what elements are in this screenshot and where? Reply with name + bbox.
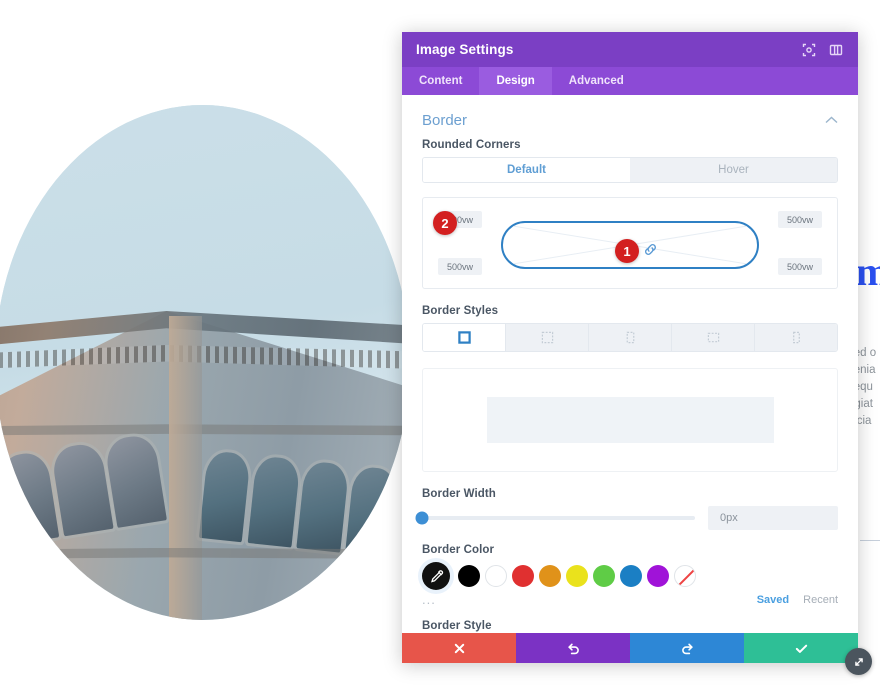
expand-icon[interactable] [801, 42, 817, 58]
border-preview-area [422, 368, 838, 472]
swatch-purple[interactable] [647, 565, 669, 587]
swatch-red[interactable] [512, 565, 534, 587]
corner-radius-editor: 500vw 500vw 500vw 500vw 1 2 [422, 197, 838, 289]
border-style-field: Border Style Solid ▲▼ [402, 620, 858, 633]
link-corners-icon[interactable] [643, 242, 658, 262]
swatch-white[interactable] [485, 565, 507, 587]
rounded-corners-field: Rounded Corners Default Hover 500vw 500v… [402, 139, 858, 289]
border-style-bottom-side[interactable] [672, 324, 755, 351]
border-section-header[interactable]: Border [402, 95, 858, 139]
border-style-top-side[interactable] [506, 324, 589, 351]
tab-content[interactable]: Content [402, 67, 479, 95]
tab-design[interactable]: Design [479, 67, 552, 95]
border-style-label: Border Style [422, 620, 492, 632]
border-width-input[interactable]: 0px [708, 506, 838, 530]
background-divider [860, 540, 880, 541]
corner-input-bottom-left[interactable]: 500vw [438, 258, 482, 275]
swatch-orange[interactable] [539, 565, 561, 587]
border-color-label: Border Color [422, 544, 495, 556]
resize-handle[interactable] [845, 648, 872, 675]
color-tab-recent[interactable]: Recent [803, 594, 838, 606]
layout-icon[interactable] [828, 42, 844, 58]
swatch-none[interactable] [674, 565, 696, 587]
swatch-green[interactable] [593, 565, 615, 587]
more-colors-button[interactable]: ... [422, 593, 436, 606]
modal-title: Image Settings [416, 42, 514, 57]
annotation-badge-2: 2 [433, 211, 457, 235]
border-style-all-sides[interactable] [423, 324, 506, 351]
rounded-corners-label: Rounded Corners [422, 139, 521, 151]
cancel-button[interactable] [402, 633, 516, 663]
border-width-field: Border Width 0px [402, 488, 858, 530]
modal-body: Border Rounded Corners Default Hover 500… [402, 95, 858, 633]
modal-tabs: Content Design Advanced [402, 67, 858, 95]
modal-footer [402, 633, 858, 663]
tab-advanced[interactable]: Advanced [552, 67, 641, 95]
border-width-slider[interactable] [415, 511, 695, 525]
background-heading: m [856, 249, 880, 294]
undo-button[interactable] [516, 633, 630, 663]
modal-header: Image Settings [402, 32, 858, 67]
state-hover[interactable]: Hover [630, 158, 837, 182]
image-settings-modal: Image Settings Content Design Advanced B… [402, 32, 858, 663]
corner-input-top-right[interactable]: 500vw [778, 211, 822, 228]
border-color-field: Border Color ... Saved Recent [402, 544, 858, 608]
swatch-blue[interactable] [620, 565, 642, 587]
redo-button[interactable] [630, 633, 744, 663]
section-title: Border [422, 111, 468, 129]
annotation-badge-1: 1 [615, 239, 639, 263]
eyedropper-icon[interactable] [422, 562, 450, 590]
border-styles-label: Border Styles [422, 305, 499, 317]
page-root: m sed o venia sequ ugiat fficia Image Se… [0, 0, 880, 697]
border-width-slider-knob[interactable] [415, 511, 429, 525]
corner-input-bottom-right[interactable]: 500vw [778, 258, 822, 275]
swatch-yellow[interactable] [566, 565, 588, 587]
border-styles-field: Border Styles [402, 305, 858, 472]
chevron-up-icon[interactable] [825, 111, 838, 129]
border-styles-options [422, 323, 838, 352]
color-tab-saved[interactable]: Saved [757, 594, 789, 606]
border-preview-box [486, 397, 774, 443]
save-button[interactable] [744, 633, 858, 663]
state-default[interactable]: Default [423, 158, 630, 182]
color-swatches [422, 562, 838, 590]
swatch-black[interactable] [458, 565, 480, 587]
border-style-right-side[interactable] [589, 324, 672, 351]
border-width-label: Border Width [422, 488, 496, 500]
state-toggle: Default Hover [422, 157, 838, 183]
background-circular-photo [0, 105, 410, 620]
border-style-left-side[interactable] [755, 324, 837, 351]
